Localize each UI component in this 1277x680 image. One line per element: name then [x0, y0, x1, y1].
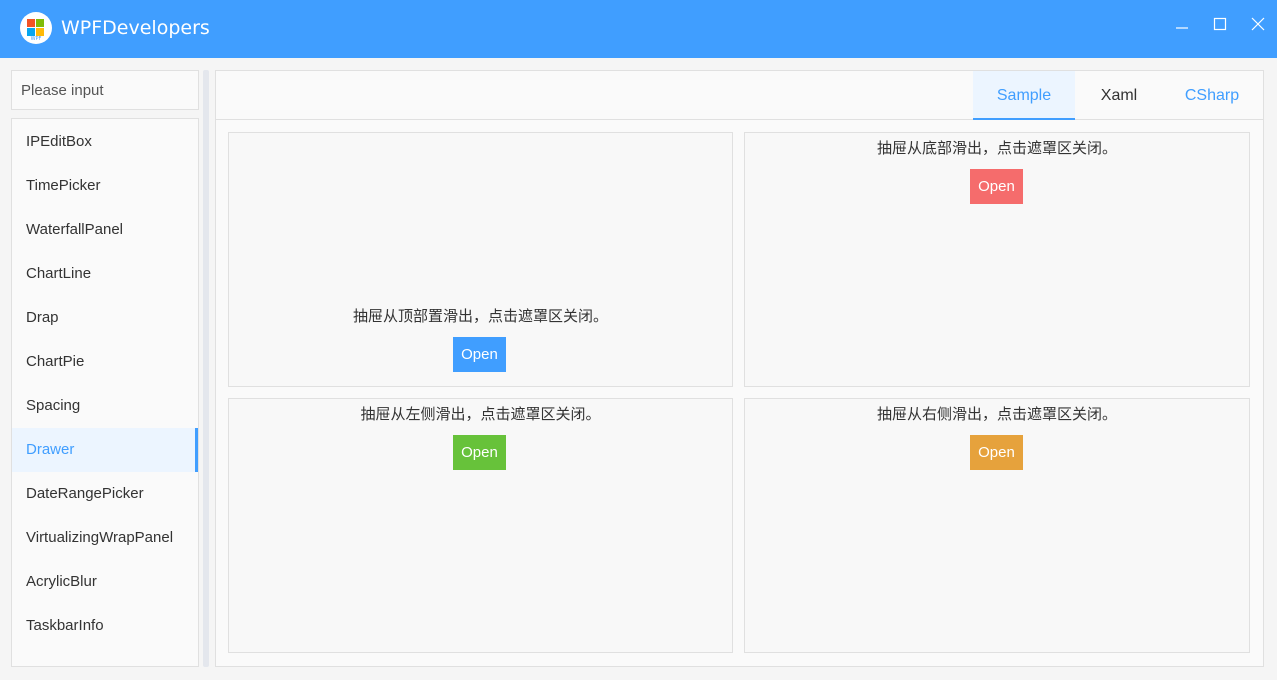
app-logo-icon: WPF — [20, 12, 52, 44]
sidebar-item-chartpie[interactable]: ChartPie — [12, 340, 198, 384]
drawer-right-card: 抽屉从右侧滑出，点击遮罩区关闭。 Open — [744, 398, 1250, 653]
sidebar-item-taskbarinfo[interactable]: TaskbarInfo — [12, 604, 198, 648]
sidebar-scrollbar[interactable] — [203, 70, 209, 667]
drawer-right-description: 抽屉从右侧滑出，点击遮罩区关闭。 — [876, 405, 1117, 423]
sidebar-item-timepicker[interactable]: TimePicker — [12, 164, 198, 208]
drawer-left-card: 抽屉从左侧滑出，点击遮罩区关闭。 Open — [228, 398, 733, 653]
open-top-drawer-button[interactable]: Open — [453, 337, 506, 372]
nav-list: IPEditBox TimePicker WaterfallPanel Char… — [11, 118, 199, 667]
title-bar: WPF WPFDevelopers — [0, 0, 1277, 58]
drawer-top-description: 抽屉从顶部置滑出，点击遮罩区关闭。 — [352, 307, 608, 325]
drawer-top-card: 抽屉从顶部置滑出，点击遮罩区关闭。 Open — [228, 132, 733, 387]
drawer-bottom-description: 抽屉从底部滑出，点击遮罩区关闭。 — [876, 139, 1117, 157]
close-button[interactable] — [1246, 12, 1270, 36]
minimize-button[interactable] — [1170, 12, 1194, 36]
sidebar-item-partial[interactable] — [12, 648, 198, 666]
minimize-icon — [1176, 27, 1188, 29]
close-icon — [1251, 17, 1265, 31]
sidebar: IPEditBox TimePicker WaterfallPanel Char… — [11, 70, 200, 667]
tab-csharp[interactable]: CSharp — [1161, 71, 1263, 120]
search-box[interactable] — [11, 70, 199, 110]
app-title: WPFDevelopers — [61, 17, 210, 39]
drawer-left-description: 抽屉从左侧滑出，点击遮罩区关闭。 — [360, 405, 601, 423]
search-input[interactable] — [12, 71, 198, 109]
tab-xaml[interactable]: Xaml — [1068, 71, 1170, 120]
sidebar-item-spacing[interactable]: Spacing — [12, 384, 198, 428]
sidebar-item-drawer[interactable]: Drawer — [12, 428, 198, 472]
maximize-icon — [1213, 17, 1227, 31]
sidebar-item-daterangepicker[interactable]: DateRangePicker — [12, 472, 198, 516]
sidebar-item-drap[interactable]: Drap — [12, 296, 198, 340]
logo-text: WPF — [30, 36, 42, 42]
sidebar-item-chartline[interactable]: ChartLine — [12, 252, 198, 296]
sidebar-item-ipeditbox[interactable]: IPEditBox — [12, 120, 198, 164]
open-left-drawer-button[interactable]: Open — [453, 435, 506, 470]
tab-bar: Sample Xaml CSharp — [216, 71, 1263, 120]
maximize-button[interactable] — [1208, 12, 1232, 36]
drawer-bottom-card: 抽屉从底部滑出，点击遮罩区关闭。 Open — [744, 132, 1250, 387]
sidebar-item-virtualizingwrappanel[interactable]: VirtualizingWrapPanel — [12, 516, 198, 560]
open-right-drawer-button[interactable]: Open — [970, 435, 1023, 470]
sidebar-item-waterfallpanel[interactable]: WaterfallPanel — [12, 208, 198, 252]
sidebar-item-acrylicblur[interactable]: AcrylicBlur — [12, 560, 198, 604]
tab-sample[interactable]: Sample — [973, 71, 1075, 120]
open-bottom-drawer-button[interactable]: Open — [970, 169, 1023, 204]
main-panel: Sample Xaml CSharp 抽屉从顶部置滑出，点击遮罩区关闭。 Ope… — [215, 70, 1264, 667]
